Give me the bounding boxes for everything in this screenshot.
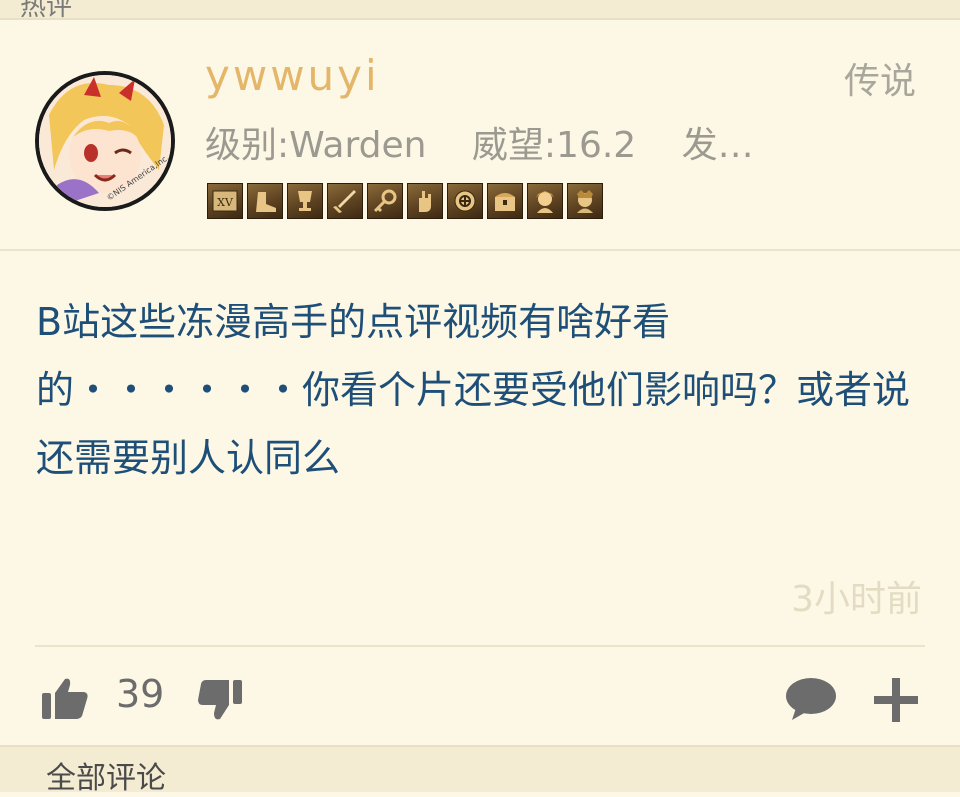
dislike-button[interactable] <box>198 678 244 722</box>
speech-bubble-icon <box>786 678 836 720</box>
reply-button[interactable] <box>784 676 838 722</box>
rank-title: 传说 <box>843 61 916 102</box>
badge-row: XV <box>207 183 603 219</box>
character-2-icon[interactable] <box>567 183 603 219</box>
add-button[interactable] <box>872 676 920 724</box>
author-header: ©NIS America,Inc. ywwuyi 传说 级别:Warden 威望… <box>0 20 960 251</box>
svg-text:XV: XV <box>217 196 234 209</box>
username[interactable]: ywwuyi <box>205 51 380 100</box>
boot-icon[interactable] <box>247 183 283 219</box>
user-prestige: 威望:16.2 <box>471 125 637 166</box>
key-icon[interactable] <box>367 183 403 219</box>
user-meta: 级别:Warden 威望:16.2 发… <box>205 116 788 168</box>
character-icon[interactable] <box>527 183 563 219</box>
thumbs-up-icon <box>42 678 88 719</box>
all-comments-header: 全部评论 <box>0 745 960 796</box>
timestamp: 3小时前 <box>791 579 922 620</box>
hot-comments-header: 热评 <box>0 0 960 20</box>
like-button[interactable] <box>40 675 90 721</box>
like-count: 39 <box>116 672 165 716</box>
divider <box>35 645 925 647</box>
plus-icon <box>874 678 918 722</box>
comment-content: B站这些冻漫高手的点评视频有啥好看的・・・・・・你看个片还要受他们影响吗？或者说… <box>36 300 911 480</box>
section-label: 热评 <box>20 0 73 20</box>
chest-icon[interactable] <box>487 183 523 219</box>
thumbs-down-icon <box>198 680 242 720</box>
sword-icon[interactable] <box>327 183 363 219</box>
user-posts: 发… <box>681 125 754 166</box>
comment-card: ©NIS America,Inc. ywwuyi 传说 级别:Warden 威望… <box>0 20 960 745</box>
trophy-icon[interactable] <box>287 183 323 219</box>
roman-xv-icon[interactable]: XV <box>207 183 243 219</box>
avatar[interactable]: ©NIS America,Inc. <box>35 71 175 211</box>
comment-actions: 39 <box>0 660 960 740</box>
section-label: 全部评论 <box>46 761 166 796</box>
avatar-image-icon: ©NIS America,Inc. <box>39 75 171 207</box>
hand-icon[interactable] <box>407 183 443 219</box>
user-level: 级别:Warden <box>205 125 427 166</box>
coin-icon[interactable] <box>447 183 483 219</box>
